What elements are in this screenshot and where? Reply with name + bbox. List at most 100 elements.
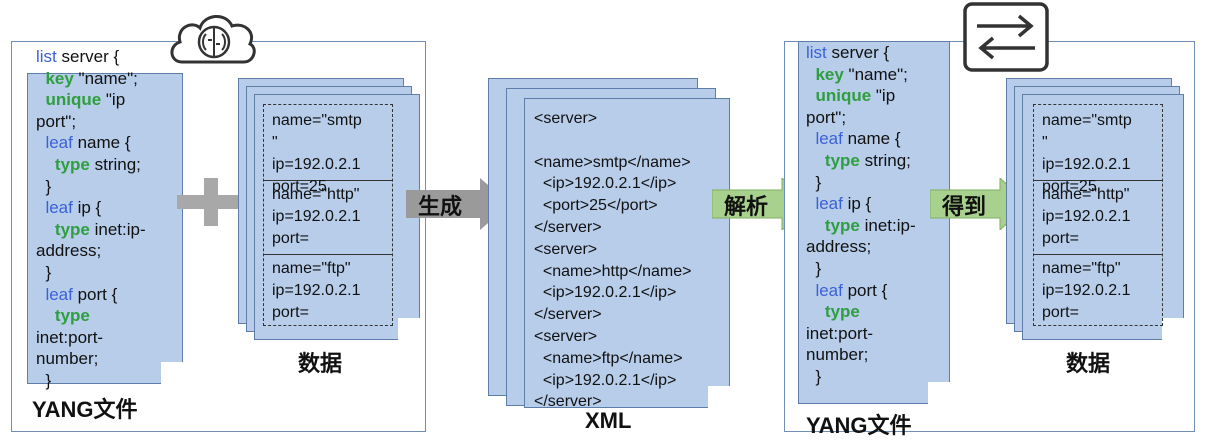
left-yang-caption: YANG文件	[32, 397, 138, 422]
code-line: inet:port-	[806, 323, 916, 345]
right-yang-caption: YANG文件	[806, 413, 912, 438]
code-line: key "name";	[806, 64, 916, 86]
code-token: string;	[859, 150, 911, 170]
left-data-divider-2	[263, 254, 393, 255]
code-token: unique	[815, 86, 872, 106]
code-token: list	[806, 43, 827, 62]
code-token: port {	[72, 284, 118, 304]
code-line: type inet:ip-	[36, 219, 146, 241]
code-token: "name";	[843, 64, 908, 84]
xml-content: <server> <name>smtp</name> <ip>192.0.2.1…	[534, 110, 692, 411]
plus-icon	[177, 178, 245, 226]
code-line: number;	[806, 344, 916, 366]
code-token: list	[36, 47, 57, 66]
code-line: type string;	[806, 150, 916, 172]
code-line: type	[36, 305, 146, 327]
code-line: }	[36, 262, 146, 284]
code-line: leaf name {	[36, 132, 146, 154]
code-line: }	[36, 176, 146, 198]
code-token: leaf	[815, 129, 843, 149]
code-token: ip {	[72, 198, 102, 218]
code-token: }	[806, 172, 822, 192]
code-token: "name";	[73, 68, 138, 88]
code-token: address;	[36, 241, 102, 261]
code-token: type	[824, 302, 860, 322]
code-token: leaf	[45, 198, 73, 218]
left-data-record-http: name="http" ip=192.0.2.1 port=	[272, 186, 361, 247]
code-token: type	[824, 215, 860, 235]
code-line: address;	[806, 236, 916, 258]
code-line: type string;	[36, 154, 146, 176]
code-line: leaf ip {	[806, 193, 916, 215]
obtain-label: 得到	[942, 194, 987, 219]
code-token: inet:port-	[806, 323, 874, 343]
code-token: }	[806, 366, 822, 386]
right-data-record-http: name="http" ip=192.0.2.1 port=	[1042, 186, 1131, 247]
code-token: port";	[36, 111, 77, 131]
code-line: key "name";	[36, 68, 146, 90]
brain-cloud-icon	[170, 15, 256, 64]
code-token: port";	[806, 107, 847, 127]
code-token: name {	[72, 133, 131, 153]
right-data-record-ftp: name="ftp" ip=192.0.2.1 port=	[1042, 260, 1131, 321]
code-token: port {	[842, 280, 888, 300]
code-token: number;	[806, 345, 869, 365]
code-token: address;	[806, 237, 872, 257]
code-line: unique "ip	[36, 89, 146, 111]
code-line: }	[806, 366, 916, 388]
code-token: number;	[36, 349, 99, 369]
code-token: }	[806, 258, 822, 278]
code-line: }	[806, 172, 916, 194]
code-token: "ip	[871, 86, 896, 106]
code-token: key	[45, 68, 74, 88]
code-line: address;	[36, 240, 146, 262]
code-token: leaf	[815, 194, 843, 214]
code-token: server {	[56, 47, 120, 66]
code-token: unique	[45, 90, 102, 110]
left-data-caption: 数据	[298, 351, 343, 376]
right-yang-code: list server { key "name"; unique "ip port…	[806, 42, 916, 388]
code-token: }	[36, 370, 52, 390]
code-line: type inet:ip-	[806, 215, 916, 237]
code-token: }	[36, 176, 52, 196]
code-line: number;	[36, 348, 146, 370]
code-token: inet:ip-	[89, 219, 146, 239]
code-line: }	[36, 370, 146, 392]
code-line: list server {	[806, 42, 916, 64]
code-line: leaf port {	[806, 280, 916, 302]
code-token: leaf	[45, 133, 73, 153]
code-line: port";	[806, 107, 916, 129]
code-token: "ip	[101, 90, 126, 110]
left-yang-code: list server { key "name"; unique "ip port…	[36, 46, 146, 392]
parse-label: 解析	[724, 194, 769, 219]
code-line: leaf port {	[36, 284, 146, 306]
right-data-caption: 数据	[1066, 351, 1111, 376]
code-line: list server {	[36, 46, 146, 68]
code-line: type	[806, 301, 916, 323]
code-token: ip {	[842, 194, 872, 214]
code-token: leaf	[815, 280, 843, 300]
exchange-arrows-icon	[963, 2, 1049, 72]
code-line: port";	[36, 111, 146, 133]
code-token: type	[54, 306, 90, 326]
code-line: leaf name {	[806, 128, 916, 150]
code-token: server {	[826, 43, 890, 62]
code-token: string;	[89, 154, 141, 174]
code-token: leaf	[45, 284, 73, 304]
code-token: type	[54, 154, 90, 174]
code-line: leaf ip {	[36, 197, 146, 219]
right-data-divider-2	[1033, 254, 1163, 255]
code-token: type	[824, 150, 860, 170]
left-data-record-ftp: name="ftp" ip=192.0.2.1 port=	[272, 260, 361, 321]
code-line: unique "ip	[806, 85, 916, 107]
code-token: name {	[842, 129, 901, 149]
code-line: }	[806, 258, 916, 280]
code-token: key	[815, 64, 844, 84]
code-token: inet:port-	[36, 327, 104, 347]
code-token: inet:ip-	[859, 215, 916, 235]
code-line: inet:port-	[36, 327, 146, 349]
